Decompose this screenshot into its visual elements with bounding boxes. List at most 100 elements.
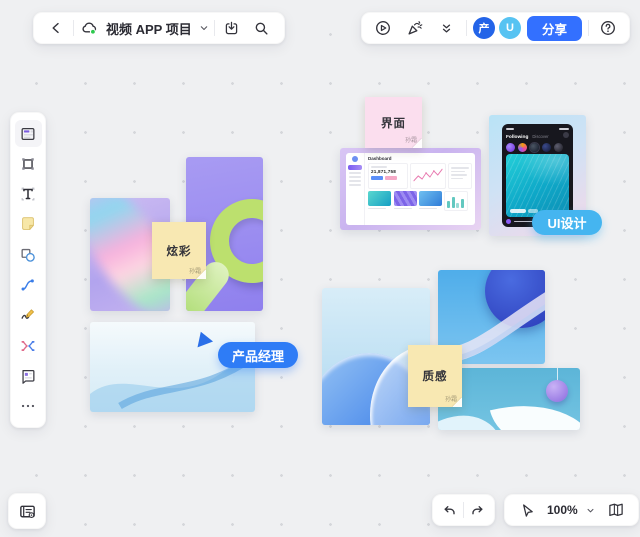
placeholder-bar	[451, 167, 469, 169]
sticky-note-xuancai[interactable]: 炫彩 孙霜	[152, 222, 206, 279]
bar-decor	[447, 201, 450, 208]
collaborator-avatar[interactable]: 产	[473, 17, 495, 39]
purple-ball-decor	[546, 380, 568, 402]
placeholder-bar	[559, 128, 569, 130]
logo-dot	[352, 156, 358, 162]
text-icon	[19, 185, 37, 203]
placeholder-bar	[451, 171, 465, 173]
tool-connector[interactable]	[15, 272, 42, 299]
bar-decor	[452, 197, 455, 208]
phone-tabs: Following Discover	[506, 132, 569, 140]
document-title[interactable]: 视频 APP 项目	[106, 19, 192, 38]
view-controls: 100%	[504, 494, 639, 526]
back-button[interactable]	[43, 15, 69, 41]
tool-frame[interactable]	[15, 150, 42, 177]
laser-pointer-icon	[406, 19, 424, 37]
present-button[interactable]	[370, 15, 396, 41]
tool-more[interactable]	[15, 393, 42, 420]
placeholder-bar	[349, 184, 361, 186]
story-avatar	[506, 143, 515, 152]
share-button[interactable]: 分享	[527, 16, 582, 41]
avatar-initial: 产	[478, 20, 489, 36]
placeholder-bar	[419, 208, 437, 209]
redo-button[interactable]	[464, 497, 491, 523]
tag-product-manager[interactable]: 产品经理	[218, 342, 298, 368]
cloud-synced-icon	[80, 19, 99, 38]
document-toolbar: 视频 APP 项目	[33, 12, 285, 44]
frame-icon	[19, 155, 37, 173]
minimap-book-icon	[607, 501, 625, 519]
placeholder-bar	[368, 208, 386, 209]
tag-ui-design[interactable]: UI设计	[532, 210, 602, 235]
search-button[interactable]	[249, 15, 275, 41]
story-avatar	[554, 143, 563, 152]
laser-pointer-button[interactable]	[402, 15, 428, 41]
chevron-down-icon[interactable]	[198, 22, 210, 34]
search-icon	[253, 20, 270, 37]
history-controls	[432, 494, 495, 526]
sync-status[interactable]	[78, 15, 100, 41]
tool-templates[interactable]	[15, 120, 42, 147]
zoom-level[interactable]: 100%	[547, 503, 578, 517]
divider	[73, 20, 74, 36]
placeholder-bar	[451, 174, 467, 176]
avatar-initial: U	[506, 22, 514, 34]
export-download-icon	[223, 20, 240, 37]
placeholder-bar	[349, 172, 361, 174]
shapes-icon	[19, 246, 37, 264]
dashboard-main: Dashboard 21,871,758	[365, 153, 475, 225]
sticky-note-zhigan[interactable]: 质感 孙霜	[408, 345, 462, 407]
redo-icon	[469, 502, 486, 519]
undo-icon	[441, 502, 458, 519]
placeholder-bar	[371, 166, 387, 168]
tool-pen[interactable]	[15, 302, 42, 329]
tool-text[interactable]	[15, 181, 42, 208]
collapse-toolbar-button[interactable]	[434, 15, 460, 41]
divider	[214, 20, 215, 36]
tool-mindmap[interactable]	[15, 332, 42, 359]
line-chart-card	[410, 163, 446, 189]
minimap-button[interactable]	[603, 497, 629, 523]
thumb-purple	[394, 191, 417, 206]
bar-decor	[456, 203, 459, 208]
sticky-note-jiemian[interactable]: 界面 孙霜	[365, 97, 422, 148]
tool-rail	[10, 112, 46, 428]
profile-dot	[563, 132, 569, 138]
list-card	[448, 163, 472, 189]
placeholder-bar	[349, 176, 361, 178]
tab-discover: Discover	[532, 134, 559, 139]
zoom-chevron-icon[interactable]	[585, 505, 596, 516]
help-button[interactable]	[595, 15, 621, 41]
collaboration-toolbar: 产 U 分享	[361, 12, 630, 44]
collaborator-avatar[interactable]: U	[499, 17, 521, 39]
sticky-note-author: 孙霜	[405, 135, 417, 144]
card-icon	[19, 367, 37, 385]
sticky-note-icon	[19, 215, 37, 233]
sticky-note-text: 炫彩	[167, 243, 192, 259]
sticky-note-text: 界面	[381, 115, 406, 131]
divider	[588, 20, 589, 36]
placeholder-bar	[506, 128, 514, 130]
placeholder-bar	[394, 208, 412, 209]
dashboard-card: Dashboard 21,871,758	[346, 153, 475, 225]
stories-row	[506, 143, 569, 152]
cursor-tool-button[interactable]	[514, 497, 540, 523]
export-button[interactable]	[219, 15, 245, 41]
dashboard-title: Dashboard	[368, 156, 472, 161]
pen-icon	[19, 306, 37, 324]
story-avatar	[542, 143, 551, 152]
sidebar-active-pill	[348, 165, 362, 170]
tool-shapes[interactable]	[15, 241, 42, 268]
tool-sticky-note[interactable]	[15, 211, 42, 238]
tool-card[interactable]	[15, 363, 42, 390]
tab-following: Following	[506, 135, 528, 140]
sticky-note-author: 孙霜	[445, 394, 457, 403]
notes-panel-button[interactable]	[8, 493, 46, 529]
whiteboard-canvas[interactable]: Dashboard 21,871,758	[0, 0, 640, 537]
connector-icon	[19, 276, 37, 294]
image-dashboard-mockup[interactable]: Dashboard 21,871,758	[340, 148, 481, 230]
thumb-row	[368, 191, 442, 209]
user-dot	[506, 219, 511, 224]
undo-button[interactable]	[436, 497, 463, 523]
story-avatar	[518, 143, 527, 152]
